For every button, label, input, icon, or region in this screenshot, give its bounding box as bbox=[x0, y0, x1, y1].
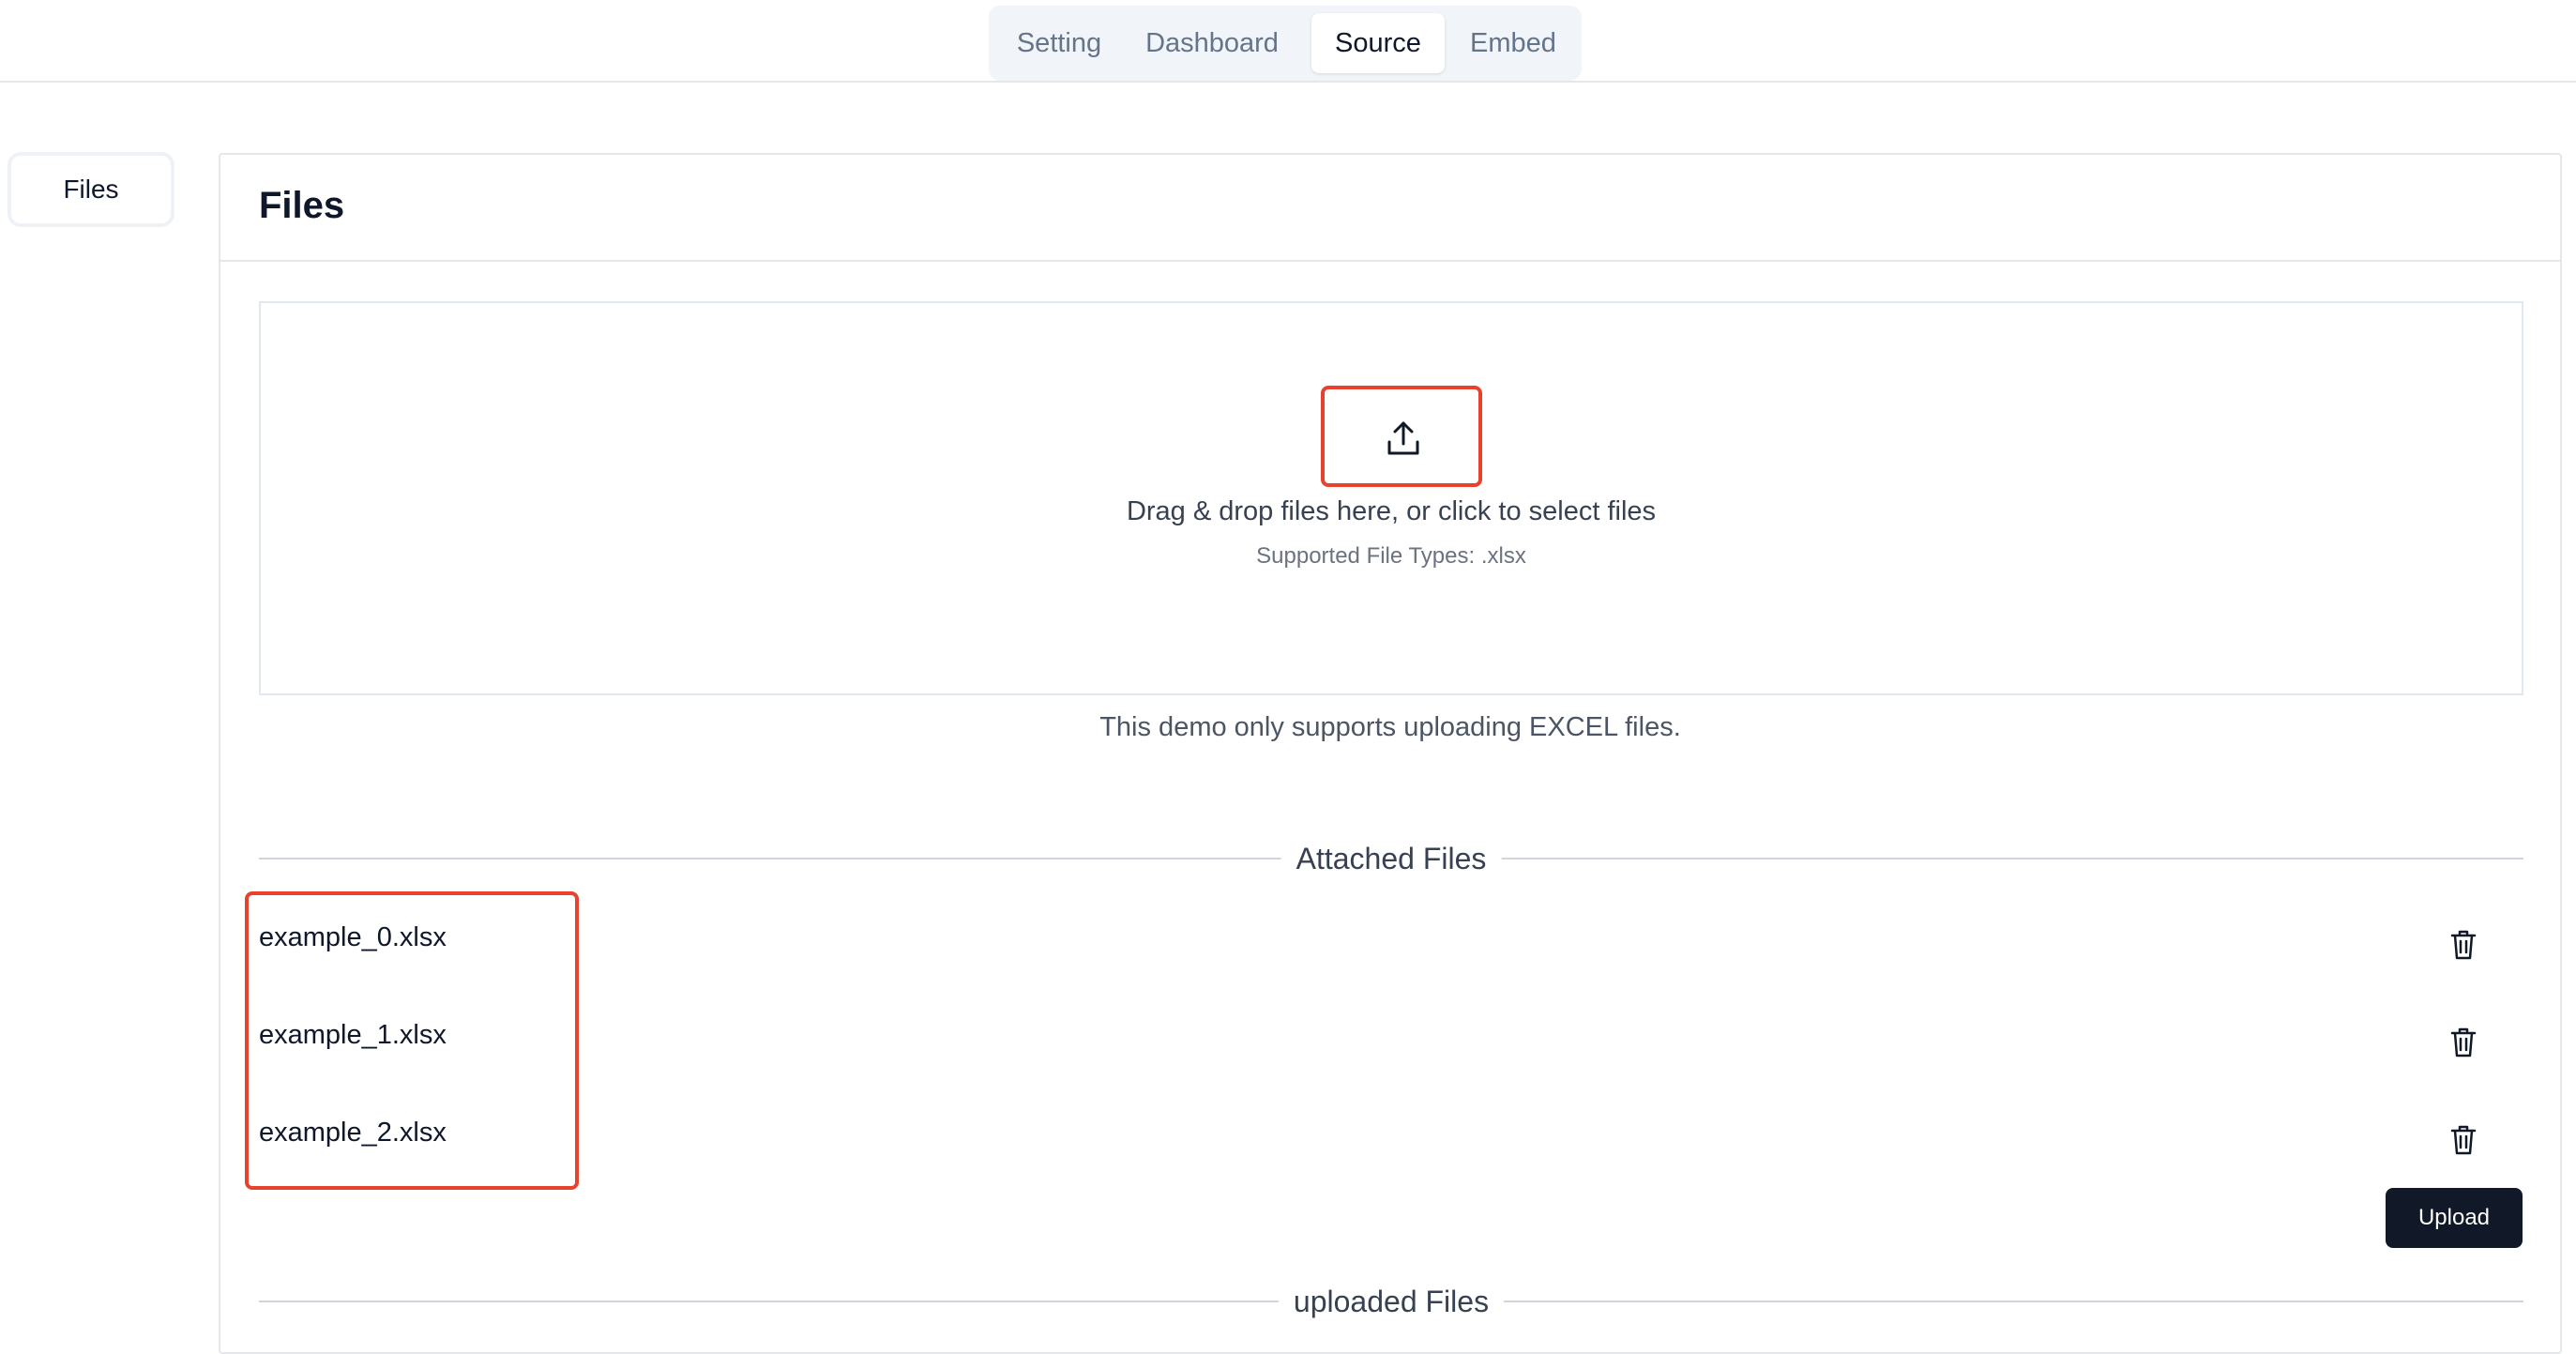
supported-file-types: Supported File Types: .xlsx bbox=[1256, 543, 1526, 569]
tab-list: Setting Dashboard Source Embed bbox=[989, 6, 1582, 81]
list-item: example_2.xlsx bbox=[259, 1106, 2523, 1163]
trash-icon[interactable] bbox=[2448, 1123, 2478, 1157]
file-name: example_0.xlsx bbox=[259, 922, 447, 952]
upload-icon-highlight[interactable] bbox=[1321, 386, 1482, 487]
tab-embed[interactable]: Embed bbox=[1454, 13, 1572, 73]
demo-note: This demo only supports uploading EXCEL … bbox=[1099, 712, 1681, 742]
trash-icon[interactable] bbox=[2448, 1026, 2478, 1059]
page-title: Files bbox=[259, 185, 345, 226]
files-panel: Files Drag & drop files here, or click t… bbox=[219, 153, 2562, 1354]
list-item: example_0.xlsx bbox=[259, 911, 2523, 967]
file-dropzone[interactable]: Drag & drop files here, or click to sele… bbox=[259, 301, 2523, 695]
file-name: example_2.xlsx bbox=[259, 1118, 447, 1148]
attached-files-divider: Attached Files bbox=[259, 838, 2523, 879]
trash-icon[interactable] bbox=[2448, 928, 2478, 962]
list-item: example_1.xlsx bbox=[259, 1009, 2523, 1065]
tab-setting[interactable]: Setting bbox=[996, 13, 1122, 73]
uploaded-files-divider: uploaded Files bbox=[259, 1281, 2523, 1322]
upload-icon bbox=[1387, 421, 1419, 455]
top-navigation-bar: Setting Dashboard Source Embed bbox=[0, 0, 2576, 83]
tab-source[interactable]: Source bbox=[1311, 13, 1445, 73]
attached-files-heading: Attached Files bbox=[1280, 838, 1502, 879]
tab-dashboard[interactable]: Dashboard bbox=[1128, 13, 1296, 73]
dropzone-instructions: Drag & drop files here, or click to sele… bbox=[1126, 496, 1657, 526]
panel-header: Files bbox=[220, 155, 2560, 262]
sidebar-item-files[interactable]: Files bbox=[11, 156, 171, 223]
uploaded-files-heading: uploaded Files bbox=[1278, 1281, 1505, 1322]
upload-button[interactable]: Upload bbox=[2386, 1188, 2523, 1248]
file-name: example_1.xlsx bbox=[259, 1020, 447, 1050]
